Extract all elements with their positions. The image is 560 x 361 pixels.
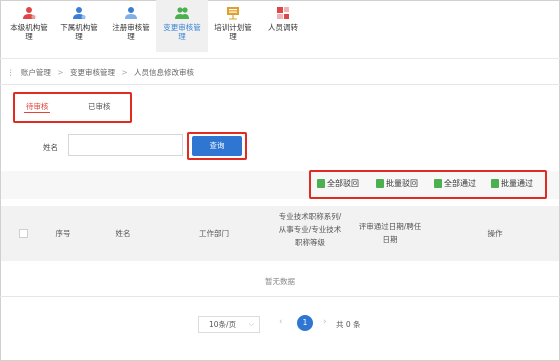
prev-page-icon[interactable]: ‹ bbox=[279, 317, 283, 327]
search-name-label: 姓名 bbox=[43, 143, 58, 152]
transfer-icon bbox=[276, 6, 290, 20]
divider bbox=[0, 84, 560, 85]
divider bbox=[0, 296, 560, 297]
column-header-department: 工作部门 bbox=[199, 229, 229, 238]
nav-item-local-org[interactable]: 本级机构管 理 bbox=[4, 6, 54, 41]
nav-label: 下属机构管 理 bbox=[60, 23, 98, 41]
nav-label: 人员调转 bbox=[268, 23, 298, 32]
total-count: 共 0 条 bbox=[336, 320, 361, 329]
user-icon bbox=[22, 6, 36, 20]
page-size-select[interactable]: 10条/页 ⌵ bbox=[198, 316, 260, 333]
select-all-checkbox[interactable] bbox=[19, 229, 28, 238]
column-header-actions: 操作 bbox=[487, 229, 503, 238]
column-header-index: 序号 bbox=[55, 229, 71, 238]
menu-icon[interactable]: ⋮ bbox=[7, 68, 15, 77]
users-icon bbox=[175, 6, 189, 20]
breadcrumb-separator: > bbox=[57, 68, 64, 77]
nav-label: 变更审核管 理 bbox=[163, 23, 201, 41]
breadcrumb: ⋮ 账户管理 > 变更审核管理 > 人员信息修改审核 bbox=[7, 67, 198, 78]
nav-item-transfer[interactable]: 人员调转 bbox=[258, 6, 308, 32]
breadcrumb-item[interactable]: 账户管理 bbox=[21, 68, 51, 77]
page-size-value: 10条/页 bbox=[209, 320, 237, 329]
presentation-icon bbox=[226, 6, 240, 20]
next-page-icon[interactable]: › bbox=[323, 317, 327, 327]
nav-label: 培训计划管 理 bbox=[214, 23, 252, 41]
breadcrumb-item-current: 人员信息修改审核 bbox=[134, 68, 195, 77]
breadcrumb-separator: > bbox=[121, 68, 128, 77]
nav-item-sub-org[interactable]: 下属机构管 理 bbox=[54, 6, 104, 41]
top-nav: 本级机构管 理 下属机构管 理 注册审核管 理 变更审核管 理 培训计划管 理 … bbox=[0, 0, 560, 59]
highlight-box-query bbox=[187, 132, 247, 160]
column-header-title-series: 专业技术职称系列/ 从事专业/专业技术 职称等级 bbox=[278, 212, 342, 247]
page-number-current[interactable]: 1 bbox=[297, 315, 313, 331]
column-header-review-date: 评审通过日期/聘任 日期 bbox=[358, 222, 422, 244]
nav-label: 本级机构管 理 bbox=[10, 23, 48, 41]
users-icon bbox=[124, 6, 138, 20]
nav-label: 注册审核管 理 bbox=[112, 23, 150, 41]
nav-item-training-plan[interactable]: 培训计划管 理 bbox=[208, 6, 258, 41]
highlight-box-actions bbox=[309, 170, 547, 199]
breadcrumb-item[interactable]: 变更审核管理 bbox=[70, 68, 115, 77]
nav-item-change-review[interactable]: 变更审核管 理 bbox=[156, 0, 208, 52]
empty-state: 暂无数据 bbox=[265, 277, 295, 286]
name-search-input[interactable] bbox=[68, 134, 183, 156]
highlight-box-tabs bbox=[13, 92, 132, 123]
chevron-down-icon: ⌵ bbox=[248, 320, 254, 328]
column-header-name: 姓名 bbox=[115, 229, 131, 238]
nav-item-register-review[interactable]: 注册审核管 理 bbox=[106, 6, 156, 41]
user-icon bbox=[72, 6, 86, 20]
